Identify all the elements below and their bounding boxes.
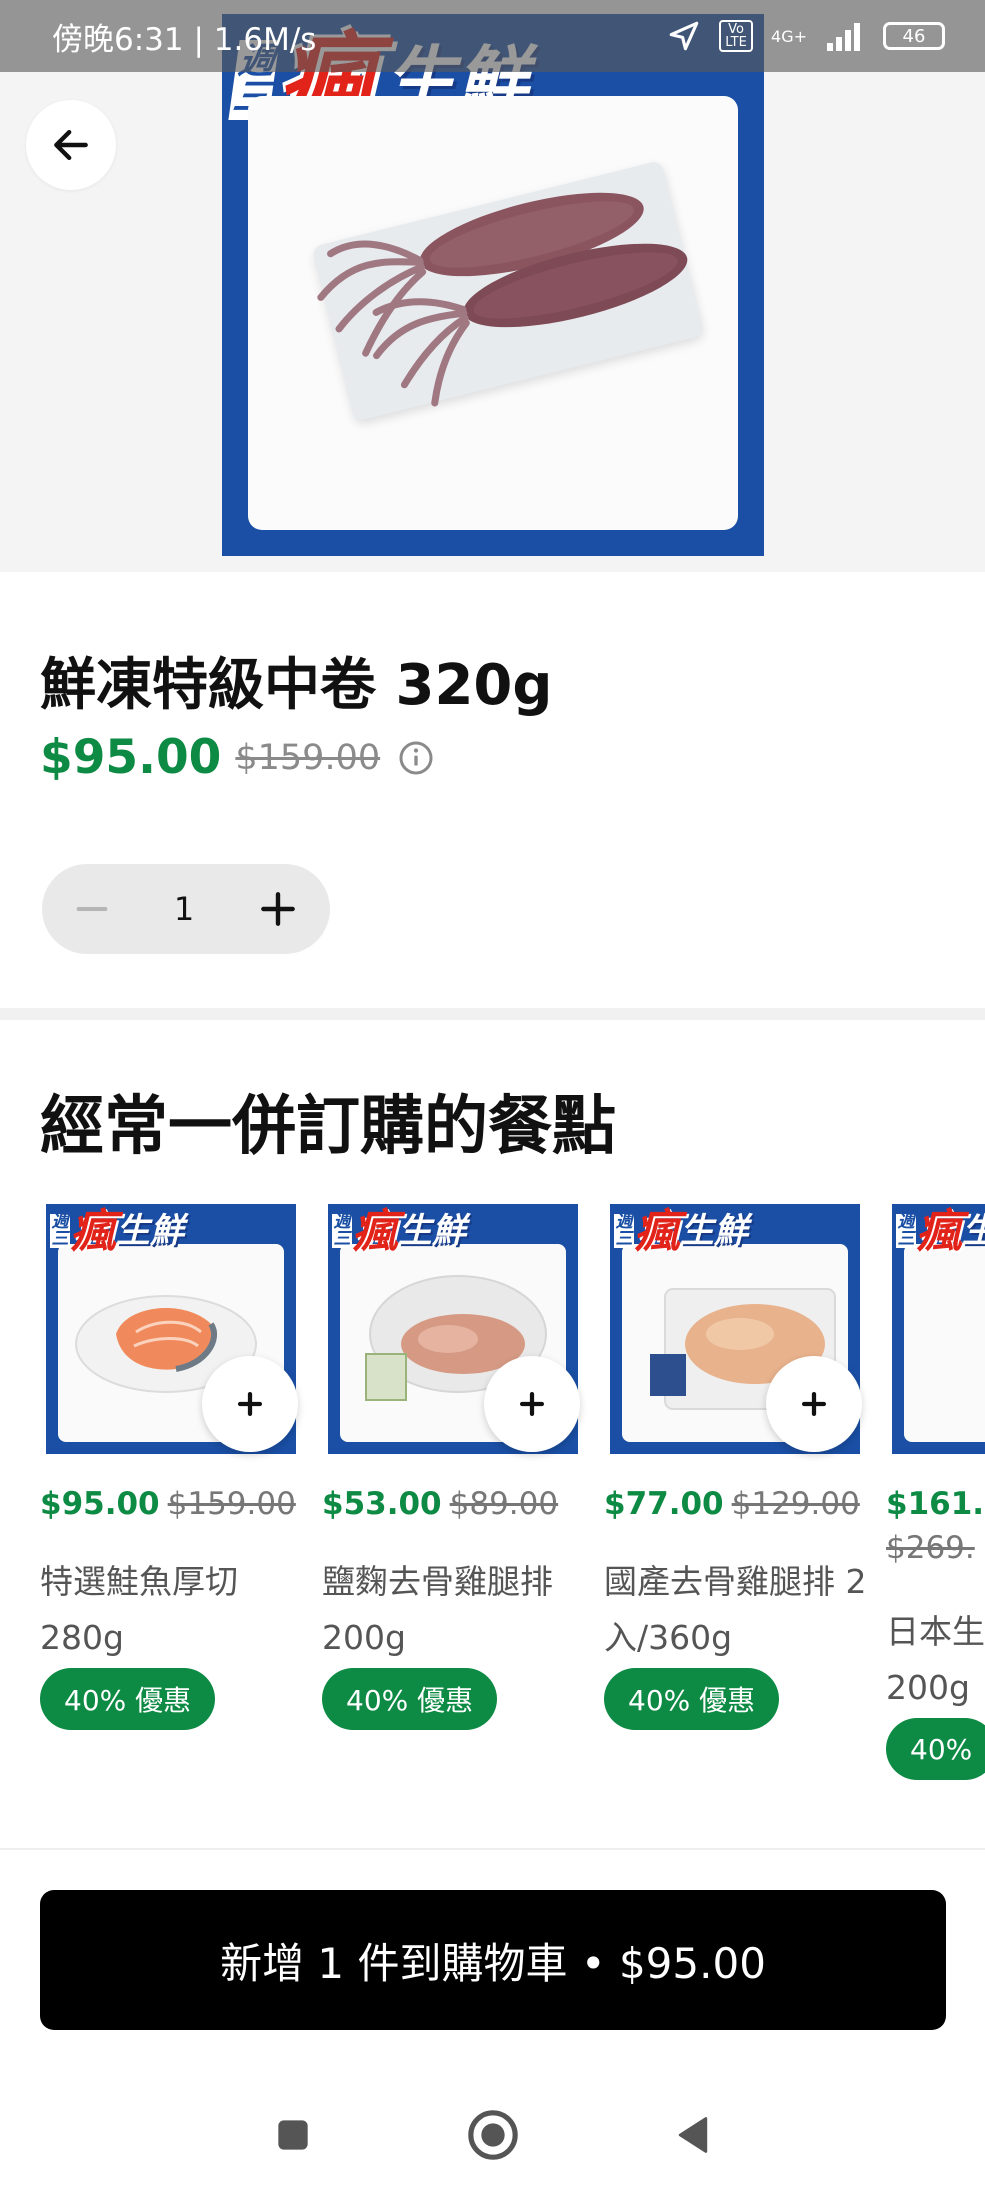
- item-prices: $95.00 $159.00: [40, 1486, 310, 1522]
- item-original-price: $129.00: [731, 1486, 860, 1522]
- item-price: $77.00: [604, 1486, 724, 1522]
- item-name: 國產去骨雞腿排 2入/360g: [604, 1562, 867, 1657]
- add-to-cart-button[interactable]: [202, 1356, 298, 1452]
- item-name: 鹽麴去骨雞腿排 200g: [322, 1562, 553, 1657]
- battery-level: 46: [902, 25, 926, 47]
- item-name: 特選鮭魚厚切 280g: [40, 1562, 238, 1657]
- product-hero-image: 週三 瘋 生鮮: [0, 0, 985, 572]
- section-title: 經常一併訂購的餐點: [40, 1090, 616, 1164]
- promo-banner-fresh: 生鮮: [962, 1211, 985, 1251]
- system-nav-bar: [0, 2080, 985, 2189]
- product-original-price: $159.00: [235, 737, 381, 778]
- discount-badge: 40% 優惠: [604, 1668, 780, 1730]
- promo-banner: 週三 瘋 生鮮: [896, 1206, 985, 1256]
- promo-image-frame: 週三 瘋 生鮮: [222, 14, 764, 556]
- item-photo-area: [904, 1244, 985, 1442]
- battery-icon: 46: [883, 22, 945, 50]
- quantity-value: 1: [173, 890, 195, 928]
- plus-icon[interactable]: [256, 887, 300, 931]
- item-prices: $77.00 $129.00: [604, 1486, 874, 1522]
- quantity-stepper: 1: [42, 864, 330, 954]
- section-divider: [0, 1008, 985, 1020]
- price-row: $95.00 $159.00: [40, 730, 434, 785]
- discount-badge: 40% 優惠: [322, 1668, 498, 1730]
- item-prices: $53.00 $89.00: [322, 1486, 592, 1522]
- squid-illustration: [317, 192, 688, 407]
- back-triangle-icon[interactable]: [671, 2113, 715, 2157]
- info-icon[interactable]: [398, 740, 434, 776]
- home-circle-icon[interactable]: [465, 2107, 521, 2163]
- status-icons: Vo LTE 4G+ 46: [667, 19, 945, 53]
- recommendation-carousel[interactable]: 週三 瘋 生鮮 $95.00 $159.00 特選鮭魚厚切 280g 40% 優…: [40, 1204, 985, 1804]
- product-photo-area: [248, 96, 738, 530]
- footer-divider: [0, 1848, 985, 1850]
- item-price: $161.: [886, 1486, 985, 1522]
- item-prices: $161. $269.: [886, 1486, 985, 1566]
- product-title: 鮮凍特級中卷 320g: [40, 653, 553, 718]
- recents-square-icon[interactable]: [271, 2113, 315, 2157]
- add-to-cart-cta-button[interactable]: 新增 1 件到購物車 • $95.00: [40, 1890, 946, 2030]
- discount-badge: 40% 優惠: [40, 1668, 216, 1730]
- plus-icon: [519, 1391, 545, 1417]
- minus-icon[interactable]: [72, 889, 112, 929]
- item-original-price: $89.00: [449, 1486, 559, 1522]
- item-original-price: $269.: [886, 1530, 975, 1566]
- discount-badge: 40%: [886, 1718, 985, 1780]
- item-image[interactable]: 週三 瘋 生鮮: [328, 1204, 580, 1454]
- status-time-speed: 傍晚6:31 | 1.6M/s: [52, 21, 317, 58]
- arrow-left-icon: [54, 129, 88, 161]
- network-type: 4G+: [771, 26, 807, 46]
- volte-icon: Vo LTE: [719, 20, 754, 52]
- status-bar: 傍晚6:31 | 1.6M/s Vo LTE 4G+ 46: [0, 0, 985, 72]
- signal-icon: [827, 23, 860, 51]
- item-price: $95.00: [40, 1486, 160, 1522]
- item-original-price: $159.00: [167, 1486, 296, 1522]
- plus-icon: [237, 1391, 263, 1417]
- location-arrow-icon: [669, 21, 699, 51]
- promo-banner-crazy: 瘋: [916, 1204, 962, 1258]
- add-to-cart-button[interactable]: [484, 1356, 580, 1452]
- add-to-cart-button[interactable]: [766, 1356, 862, 1452]
- promo-banner-week: 週三: [896, 1212, 916, 1249]
- back-button[interactable]: [26, 100, 116, 190]
- item-price: $53.00: [322, 1486, 442, 1522]
- item-image[interactable]: 週三 瘋 生鮮: [892, 1204, 985, 1454]
- item-image[interactable]: 週三 瘋 生鮮: [46, 1204, 298, 1454]
- plus-icon: [801, 1391, 827, 1417]
- item-image[interactable]: 週三 瘋 生鮮: [610, 1204, 862, 1454]
- item-name: 日本生 200g: [886, 1612, 985, 1707]
- product-price: $95.00: [40, 730, 222, 785]
